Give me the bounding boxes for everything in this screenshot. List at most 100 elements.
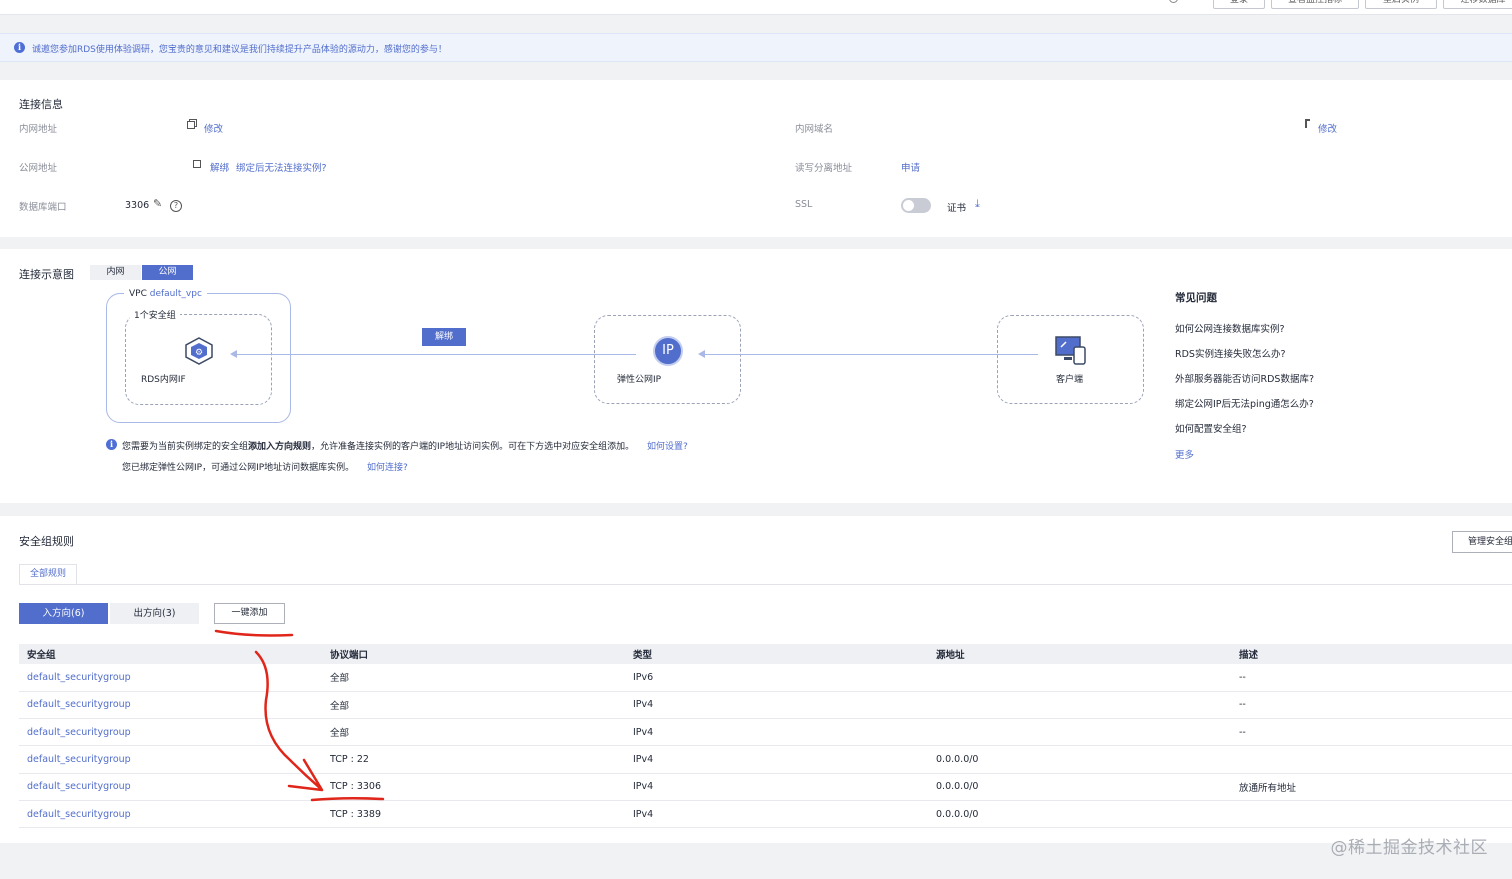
connection-diagram-card: 连接示意图 内网 公网 VPC default_vpc 1个安全组 ⚙ RDS内… xyxy=(0,249,1512,503)
protocol-port-cell: TCP : 3306 xyxy=(322,773,625,801)
survey-banner: i 诚邀您参加RDS使用体验调研，您宝贵的意见和建议是我们持续提升产品体验的源动… xyxy=(0,33,1512,62)
source-cell xyxy=(928,664,1231,692)
description-cell: -- xyxy=(1231,718,1512,747)
unbind-badge-button[interactable]: 解绑 xyxy=(422,328,466,346)
how-to-connect-link[interactable]: 如何连接? xyxy=(367,463,408,473)
top-toolbar: 登录 查看监控指标 重启实例 迁移数据库 xyxy=(0,0,1512,15)
description-cell xyxy=(1231,745,1512,774)
eip-bound-note: 您已绑定弹性公网IP，可通过公网IP地址访问数据库实例。 如何连接? xyxy=(122,460,408,473)
security-rules-title: 安全组规则 xyxy=(19,535,74,548)
vpc-label: VPC xyxy=(129,289,147,299)
apply-rw-split-link[interactable]: 申请 xyxy=(901,160,920,174)
connection-info-card: 连接信息 内网地址 修改 内网域名 修改 公网地址 解绑 绑定后无法连接实例? … xyxy=(0,80,1512,237)
copy-icon[interactable] xyxy=(187,121,195,129)
type-cell: IPv4 xyxy=(625,745,928,774)
watermark: @稀土掘金技术社区 xyxy=(1330,838,1488,858)
column-header: 源地址 xyxy=(928,644,1231,664)
security-group-link[interactable]: default_securitygroup xyxy=(19,691,322,720)
vpc-caption: VPC default_vpc xyxy=(124,289,207,299)
survey-banner-text[interactable]: 诚邀您参加RDS使用体验调研，您宝贵的意见和建议是我们持续提升产品体验的源动力，… xyxy=(32,42,447,55)
column-header: 安全组 xyxy=(19,644,322,664)
eip-label: 弹性公网IP xyxy=(617,375,662,385)
connection-diagram-title: 连接示意图 xyxy=(19,268,74,281)
refresh-icon[interactable] xyxy=(1169,0,1178,3)
protocol-port-cell: 全部 xyxy=(322,664,625,692)
description-cell: 放通所有地址 xyxy=(1231,773,1512,801)
column-header: 协议端口 xyxy=(322,644,625,664)
copy-icon[interactable] xyxy=(193,160,201,168)
description-cell: -- xyxy=(1231,691,1512,720)
column-header: 类型 xyxy=(625,644,928,664)
vpc-name-link[interactable]: default_vpc xyxy=(150,289,202,299)
type-cell: IPv4 xyxy=(625,691,928,720)
private-domain-label: 内网域名 xyxy=(795,124,834,135)
view-metrics-button[interactable]: 查看监控指标 xyxy=(1271,0,1359,9)
db-port-value: 3306 xyxy=(125,200,150,211)
arrow-head xyxy=(698,350,705,358)
cannot-connect-help-link[interactable]: 绑定后无法连接实例? xyxy=(236,160,327,174)
download-icon[interactable]: ⤓ xyxy=(975,197,980,211)
login-button[interactable]: 登录 xyxy=(1213,0,1265,9)
modify-private-address-link[interactable]: 修改 xyxy=(204,121,223,135)
faq-item[interactable]: 绑定公网IP后无法ping通怎么办? xyxy=(1175,396,1314,410)
faq-item[interactable]: 外部服务器能否访问RDS数据库? xyxy=(1175,371,1314,385)
restart-instance-button[interactable]: 重启实例 xyxy=(1365,0,1437,9)
table-row: default_securitygroup TCP : 3389 IPv4 0.… xyxy=(19,800,1512,829)
copy-icon[interactable] xyxy=(1305,119,1310,128)
tab-public-network[interactable]: 公网 xyxy=(142,265,193,280)
db-port-label: 数据库端口 xyxy=(19,202,67,213)
type-cell: IPv4 xyxy=(625,718,928,747)
security-group-link[interactable]: default_securitygroup xyxy=(19,718,322,747)
tab-outbound[interactable]: 出方向(3) xyxy=(110,603,199,624)
security-group-link[interactable]: default_securitygroup xyxy=(19,773,322,801)
unbind-eip-link[interactable]: 解绑 xyxy=(210,160,229,174)
inbound-note-part1: 您需要为当前实例绑定的安全组 xyxy=(122,442,249,452)
how-to-configure-link[interactable]: 如何设置? xyxy=(647,442,688,452)
faq-item[interactable]: 如何配置安全组? xyxy=(1175,421,1247,435)
security-group-link[interactable]: default_securitygroup xyxy=(19,745,322,774)
source-cell: 0.0.0.0/0 xyxy=(928,800,1231,829)
table-row: default_securitygroup 全部 IPv4 -- xyxy=(19,718,1512,747)
faq-more-link[interactable]: 更多 xyxy=(1175,447,1194,461)
info-icon: i xyxy=(14,42,25,53)
help-icon[interactable]: ? xyxy=(170,200,182,212)
rw-split-address-label: 读写分离地址 xyxy=(795,163,853,174)
table-header-row: 安全组 协议端口 类型 源地址 描述 xyxy=(19,644,1512,664)
inbound-note-part2: ，允许准备连接实例的客户端的IP地址访问实例。可在下方选中对应安全组添加。 xyxy=(311,442,635,452)
table-row: default_securitygroup TCP : 3306 IPv4 0.… xyxy=(19,773,1512,801)
migrate-db-button[interactable]: 迁移数据库 xyxy=(1443,0,1512,9)
security-group-link[interactable]: default_securitygroup xyxy=(19,664,322,692)
description-cell: -- xyxy=(1231,664,1512,692)
table-row: default_securitygroup TCP : 22 IPv4 0.0.… xyxy=(19,745,1512,774)
tab-all-rules[interactable]: 全部规则 xyxy=(19,564,77,584)
rds-database-icon: ⚙ xyxy=(184,337,214,365)
quick-add-button[interactable]: 一键添加 xyxy=(214,603,285,624)
modify-private-domain-link[interactable]: 修改 xyxy=(1318,121,1337,135)
tab-inbound[interactable]: 入方向(6) xyxy=(19,603,108,624)
tab-private-network[interactable]: 内网 xyxy=(90,265,141,280)
edit-icon[interactable]: ✎ xyxy=(153,197,162,210)
table-row: default_securitygroup 全部 IPv4 -- xyxy=(19,691,1512,720)
info-icon: i xyxy=(106,439,117,450)
source-cell: 0.0.0.0/0 xyxy=(928,773,1231,801)
source-cell: 0.0.0.0/0 xyxy=(928,745,1231,774)
tab-divider xyxy=(19,584,1512,585)
protocol-port-cell: TCP : 22 xyxy=(322,745,625,774)
private-address-label: 内网地址 xyxy=(19,124,58,135)
faq-title: 常见问题 xyxy=(1175,292,1217,304)
inbound-rule-note: 您需要为当前实例绑定的安全组添加入方向规则，允许准备连接实例的客户端的IP地址访… xyxy=(122,439,688,452)
type-cell: IPv4 xyxy=(625,773,928,801)
security-group-link[interactable]: default_securitygroup xyxy=(19,800,322,829)
client-device-icon xyxy=(1054,335,1088,367)
protocol-port-cell: TCP : 3389 xyxy=(322,800,625,829)
source-cell xyxy=(928,718,1231,747)
svg-text:⚙: ⚙ xyxy=(195,348,203,358)
source-cell xyxy=(928,691,1231,720)
description-cell xyxy=(1231,800,1512,829)
certificate-label: 证书 xyxy=(947,203,967,214)
faq-item[interactable]: 如何公网连接数据库实例? xyxy=(1175,321,1285,335)
faq-item[interactable]: RDS实例连接失败怎么办? xyxy=(1175,346,1286,360)
type-cell: IPv6 xyxy=(625,664,928,692)
manage-security-group-button[interactable]: 管理安全组 xyxy=(1452,531,1512,553)
ssl-toggle[interactable] xyxy=(901,198,931,213)
